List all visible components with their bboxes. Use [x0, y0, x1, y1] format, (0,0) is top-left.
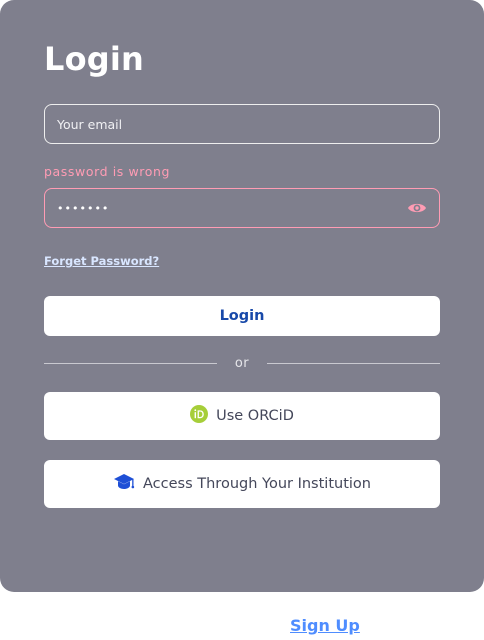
orcid-button-label: Use ORCiD [216, 408, 294, 424]
signup-link[interactable]: Sign Up [290, 616, 360, 635]
institution-access-button[interactable]: Access Through Your Institution [44, 460, 440, 508]
password-error-message: password is wrong [44, 164, 171, 179]
or-divider: or [44, 354, 440, 374]
login-button-label: Login [219, 308, 265, 324]
password-field[interactable] [45, 189, 409, 227]
orcid-button[interactable]: Use ORCiD [44, 392, 440, 440]
orcid-icon [190, 405, 209, 427]
password-field-wrapper [44, 188, 440, 228]
login-card: Login password is wrong Forget Password?… [0, 0, 484, 592]
divider-line-right [267, 363, 440, 364]
email-field[interactable] [44, 104, 440, 144]
login-button[interactable]: Login [44, 296, 440, 336]
forgot-password-link[interactable]: Forget Password? [44, 254, 159, 268]
login-page: Login password is wrong Forget Password?… [0, 0, 484, 640]
institution-button-label: Access Through Your Institution [143, 476, 371, 492]
eye-icon[interactable] [407, 199, 427, 217]
graduation-cap-icon [113, 472, 135, 496]
page-title: Login [44, 40, 145, 78]
